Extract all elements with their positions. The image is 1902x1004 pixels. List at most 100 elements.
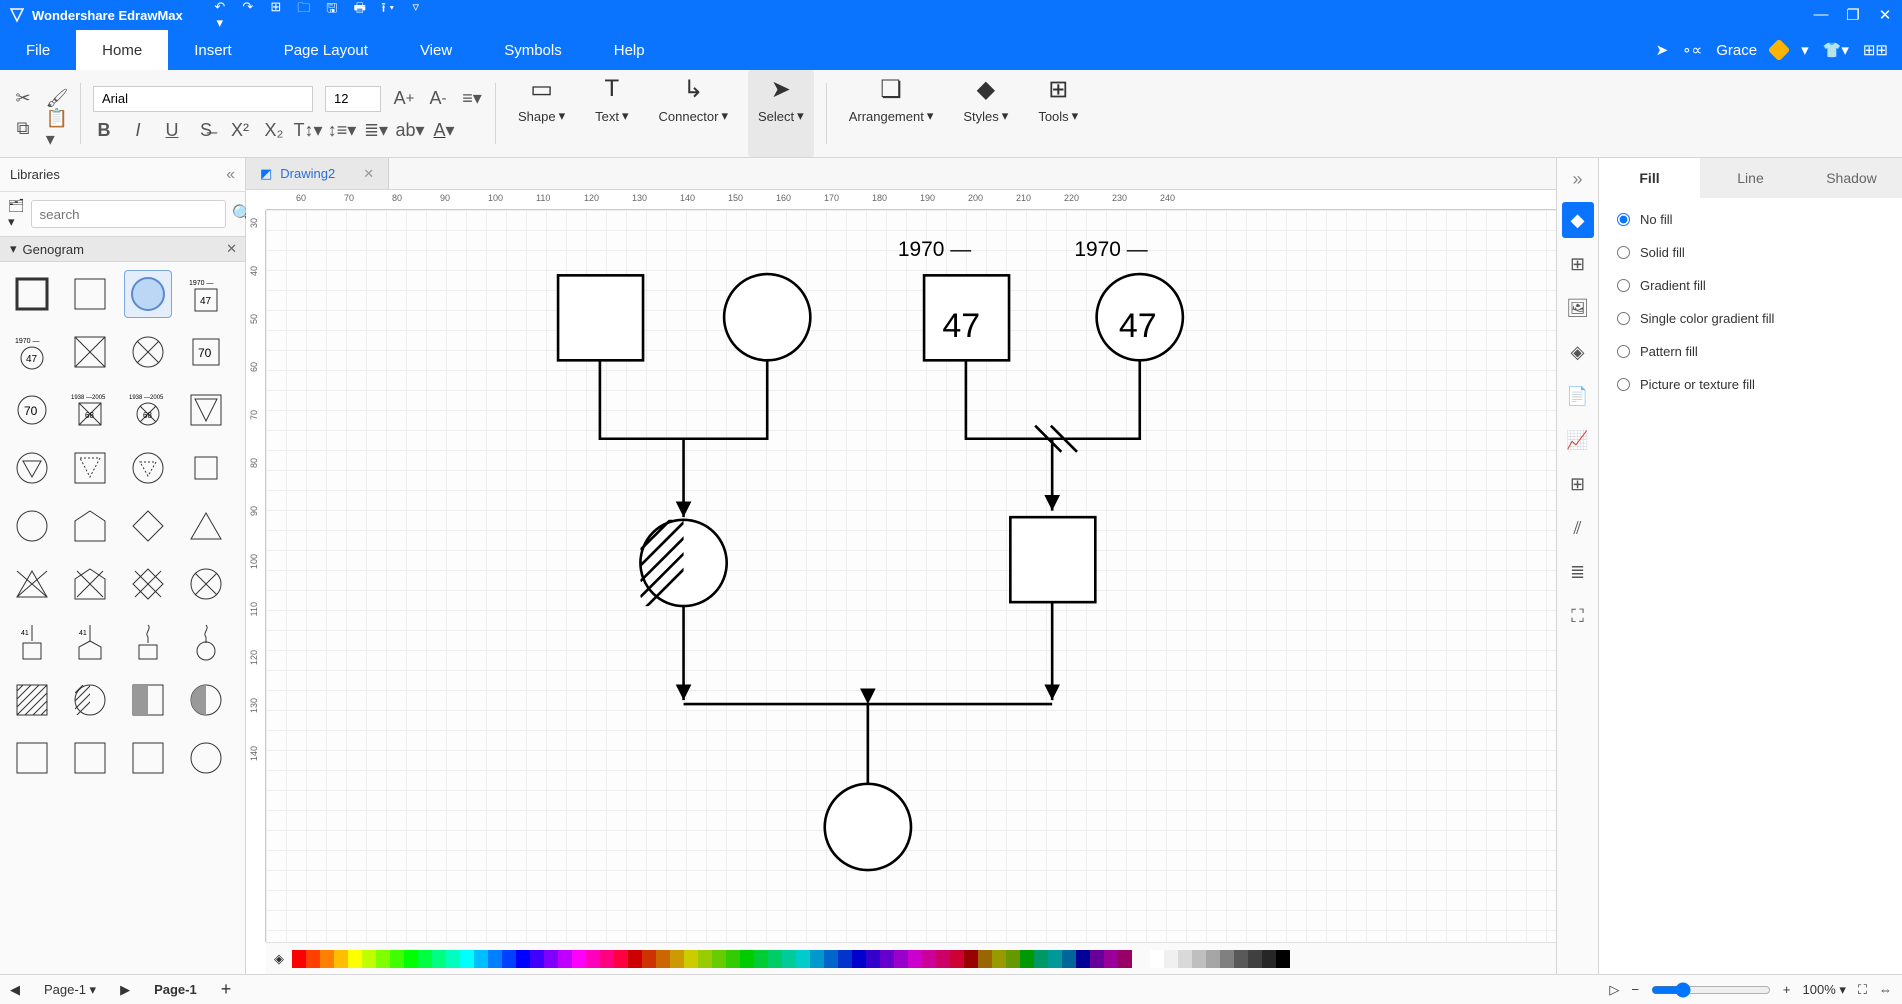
tab-line[interactable]: Line [1700,158,1801,198]
color-swatch[interactable] [964,950,978,968]
share-icon[interactable]: ∘∝ [1682,41,1702,59]
shape-half-circle[interactable] [182,676,230,724]
cut-icon[interactable]: ✂ [12,88,34,110]
user-name[interactable]: Grace [1716,42,1757,59]
color-swatch[interactable] [306,950,320,968]
gray-swatch[interactable] [1234,950,1248,968]
table-tool-icon[interactable]: ⊞ [1562,466,1594,502]
collapse-right-icon[interactable]: » [1572,164,1582,194]
present-tool-icon[interactable]: ⛶ [1562,598,1594,634]
list-tool-icon[interactable]: ≣ [1562,554,1594,590]
subscript-icon[interactable]: X₂ [263,120,285,142]
color-swatch[interactable] [684,950,698,968]
shape-small-square[interactable] [182,444,230,492]
minimize-icon[interactable]: — [1812,6,1830,24]
strike-icon[interactable]: S̶ [195,120,217,142]
color-swatch[interactable] [978,950,992,968]
tools-button[interactable]: ⊞Tools ▾ [1028,70,1088,157]
shape-female-death-68[interactable]: 1938 —200568 [124,386,172,434]
undo-icon[interactable]: ↶ ▾ [211,0,229,31]
tshirt-icon[interactable]: 👕▾ [1823,41,1849,59]
fit-page-icon[interactable]: ⛶ [1858,982,1867,998]
close-category-icon[interactable]: ✕ [226,241,237,257]
zoom-percent[interactable]: 100% ▾ [1803,982,1846,998]
category-header[interactable]: ▾ Genogram ✕ [0,236,245,262]
font-size-select[interactable] [325,86,381,112]
gray-swatch[interactable] [1220,950,1234,968]
opt-gradient-fill[interactable]: Gradient fill [1617,278,1884,293]
color-swatch[interactable] [642,950,656,968]
color-swatch[interactable] [376,950,390,968]
color-swatch[interactable] [418,950,432,968]
new-icon[interactable]: ⊞ [267,0,285,31]
color-swatch[interactable] [488,950,502,968]
color-swatch[interactable] [460,950,474,968]
italic-icon[interactable]: I [127,120,149,142]
shape-male-70[interactable]: 70 [182,328,230,376]
tab-fill[interactable]: Fill [1599,158,1700,198]
shape-button[interactable]: ▭Shape ▾ [508,70,575,157]
opt-picture-fill[interactable]: Picture or texture fill [1617,377,1884,392]
color-swatch[interactable] [446,950,460,968]
shape-circle-tri-dashed[interactable] [124,444,172,492]
shape-female-x[interactable] [124,328,172,376]
color-swatch[interactable] [530,950,544,968]
page-dropdown[interactable]: Page-1 ▾ [34,980,106,1000]
paste-icon[interactable]: 📋▾ [46,118,68,140]
color-swatch[interactable] [1062,950,1076,968]
shape-line-circ-s[interactable] [182,618,230,666]
shape-hatched-sq[interactable] [8,676,56,724]
decrease-font-icon[interactable]: A- [427,88,449,110]
search-input[interactable] [31,200,226,228]
color-swatch[interactable] [544,950,558,968]
color-swatch[interactable] [810,950,824,968]
prev-page-icon[interactable]: ◀ [10,982,20,998]
close-tab-icon[interactable]: ✕ [363,166,374,182]
color-swatch[interactable] [670,950,684,968]
menu-symbols[interactable]: Symbols [478,30,588,70]
image-tool-icon[interactable]: 🖼 [1562,290,1594,326]
shape-tri-dashed[interactable] [66,444,114,492]
color-swatch[interactable] [936,950,950,968]
shape-pent-x[interactable] [66,560,114,608]
color-swatch[interactable] [838,950,852,968]
maximize-icon[interactable]: ❐ [1844,6,1862,24]
shape-tri-circle[interactable] [8,444,56,492]
opt-pattern-fill[interactable]: Pattern fill [1617,344,1884,359]
page-tool-icon[interactable]: 📄 [1562,378,1594,414]
color-swatch[interactable] [614,950,628,968]
color-swatch[interactable] [1048,950,1062,968]
arrangement-button[interactable]: ❏Arrangement ▾ [839,70,944,157]
chart-tool-icon[interactable]: 📈 [1562,422,1594,458]
color-swatch[interactable] [572,950,586,968]
shape-male-age[interactable]: 1970 —47 [182,270,230,318]
connector-button[interactable]: ↳Connector ▾ [649,70,739,157]
gray-swatch[interactable] [1206,950,1220,968]
color-swatch[interactable] [1118,950,1132,968]
color-swatch[interactable] [432,950,446,968]
tab-shadow[interactable]: Shadow [1801,158,1902,198]
shape-male[interactable] [8,270,56,318]
shape-male-thin[interactable] [66,270,114,318]
menu-view[interactable]: View [394,30,478,70]
color-swatch[interactable] [796,950,810,968]
shape-diamond-x[interactable] [124,560,172,608]
shape-male-death-68[interactable]: 1938 —200568 [66,386,114,434]
color-swatch[interactable] [754,950,768,968]
gray-swatch[interactable] [1248,950,1262,968]
color-swatch[interactable] [558,950,572,968]
library-picker-icon[interactable]: 🗂▾ [8,198,25,230]
color-swatch[interactable] [880,950,894,968]
save-icon[interactable]: 🖫 [323,0,341,31]
color-swatch[interactable] [320,950,334,968]
apps-icon[interactable]: ⊞⊞ [1863,41,1888,59]
color-swatch[interactable] [502,950,516,968]
print-icon[interactable]: 🖶 [351,0,369,31]
color-swatch[interactable] [292,950,306,968]
color-swatch[interactable] [1090,950,1104,968]
close-icon[interactable]: ✕ [1876,6,1894,24]
color-swatch[interactable] [992,950,1006,968]
color-swatch[interactable] [362,950,376,968]
color-swatch[interactable] [600,950,614,968]
menu-page-layout[interactable]: Page Layout [258,30,394,70]
